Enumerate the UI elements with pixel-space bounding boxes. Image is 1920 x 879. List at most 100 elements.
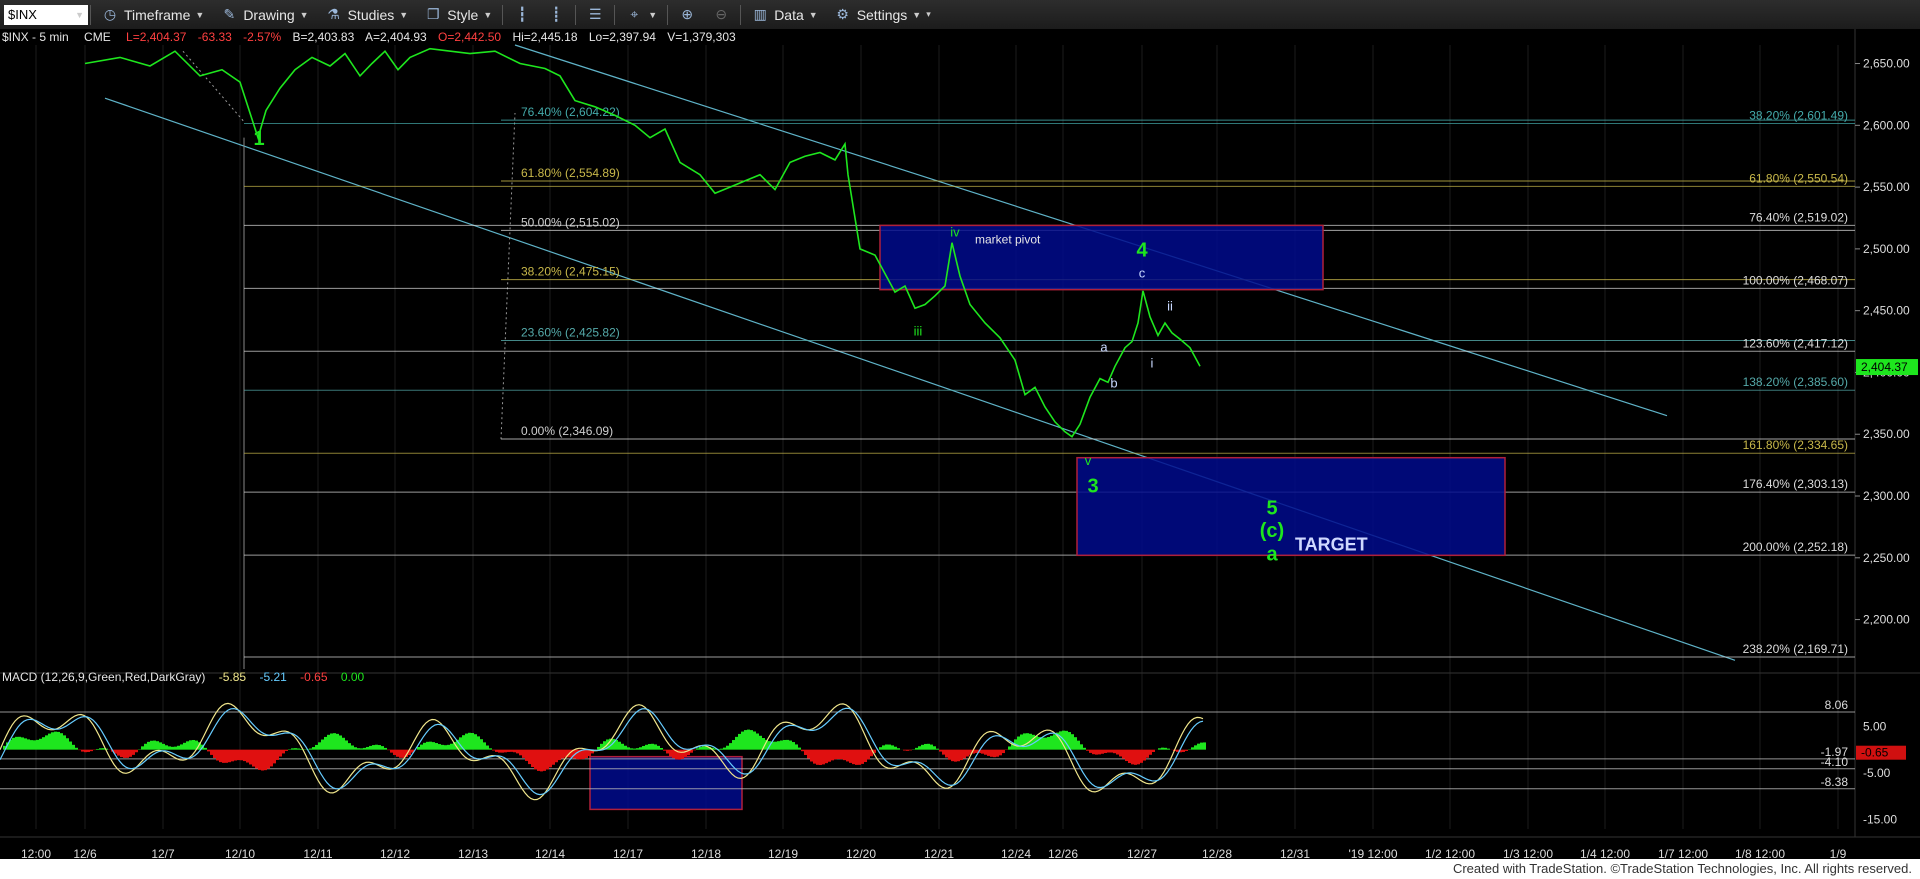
macd-histogram-bar — [828, 749, 831, 762]
macd-histogram-bar — [702, 746, 705, 750]
macd-histogram-bar — [51, 732, 54, 750]
macd-histogram-bar — [1086, 749, 1089, 751]
macd-histogram-bar — [831, 749, 834, 761]
layout-icon: ☰ — [588, 6, 602, 22]
macd-histogram-bar — [696, 748, 699, 750]
chevron-down-icon[interactable]: ▼ — [75, 10, 84, 20]
zoom-in-button[interactable]: ⊕ — [670, 0, 704, 29]
wave-label: c — [1139, 265, 1146, 280]
drawing-button[interactable]: ✎ Drawing ▼ — [212, 0, 316, 29]
macd-histogram-bar — [795, 744, 798, 750]
time-tick-label: 1/9 — [1830, 847, 1847, 859]
macd-histogram-bar — [165, 745, 168, 750]
toolbar-divider — [575, 4, 577, 25]
price-chart[interactable]: 76.40% (2,604.22)61.80% (2,554.89)50.00%… — [0, 29, 1920, 859]
macd-highlight-box — [589, 755, 743, 811]
macd-tick-label: 5.00 — [1863, 719, 1887, 733]
macd-histogram-bar — [990, 749, 993, 757]
macd-histogram-bar — [642, 745, 645, 750]
macd-histogram-bar — [987, 749, 990, 756]
price-tick-label: 2,650.00 — [1863, 57, 1910, 71]
last-price-label: 2,404.37 — [1861, 360, 1908, 374]
zoom-out-button[interactable]: ⊖ — [704, 0, 738, 29]
macd-histogram-bar — [693, 749, 696, 751]
macd-histogram-bar — [597, 746, 600, 750]
macd-histogram-bar — [1035, 736, 1038, 750]
macd-histogram-bar — [1122, 749, 1125, 759]
chart-background — [0, 29, 1920, 859]
macd-histogram-bar — [1017, 736, 1020, 750]
macd-histogram-bar — [936, 748, 939, 750]
status-symbol: $INX - 5 min — [2, 30, 69, 44]
macd-histogram-bar — [777, 741, 780, 750]
macd-histogram-bar — [906, 749, 909, 751]
gear-icon: ⚙ — [836, 6, 849, 22]
settings-button[interactable]: ⚙ Settings ▼ ▾ — [826, 0, 939, 29]
macd-histogram-bar — [849, 749, 852, 763]
ohlc-style-button[interactable]: ┋ — [539, 0, 573, 29]
macd-histogram-bar — [981, 749, 984, 754]
toolbar: $INX ▼ ◷ Timeframe ▼ ✎ Drawing ▼ ⚗ Studi… — [0, 0, 1920, 30]
macd-histogram-bar — [621, 743, 624, 750]
macd-histogram-bar — [48, 733, 51, 750]
style-icon: ❐ — [426, 6, 440, 22]
macd-histogram-bar — [951, 749, 954, 762]
fib-right-label: 138.20% (2,385.60) — [1743, 375, 1848, 389]
macd-histogram-bar — [330, 733, 333, 750]
toolbar-divider — [502, 4, 504, 25]
macd-histogram-bar — [654, 744, 657, 750]
time-tick-label: 12/24 — [1001, 847, 1031, 859]
macd-histogram-bar — [333, 733, 336, 750]
style-button[interactable]: ❐ Style ▼ — [416, 0, 500, 29]
footer-credit: Created with TradeStation. ©TradeStation… — [0, 859, 1920, 879]
fib-left-label: 23.60% (2,425.82) — [521, 326, 620, 340]
data-button[interactable]: ▥ Data ▼ — [743, 0, 826, 29]
macd-histogram-bar — [87, 749, 90, 752]
macd-histogram-bar — [918, 746, 921, 750]
macd-histogram-bar — [1125, 749, 1128, 762]
macd-histogram-bar — [399, 749, 402, 758]
layout-button[interactable]: ☰ — [578, 0, 612, 29]
macd-histogram-bar — [120, 749, 123, 758]
chevron-down-icon: ▾ — [926, 9, 931, 19]
wave-label: 3 — [1087, 475, 1098, 497]
wave-label: b — [1110, 375, 1117, 390]
fib-right-label: 161.80% (2,334.65) — [1743, 438, 1848, 452]
macd-histogram-bar — [225, 749, 228, 763]
macd-histogram-bar — [429, 741, 432, 750]
macd-tick-label: -5.00 — [1863, 766, 1891, 780]
macd-histogram-bar — [744, 730, 747, 750]
macd-histogram-bar — [273, 749, 276, 764]
macd-histogram-bar — [759, 735, 762, 750]
fib-right-label: 176.40% (2,303.13) — [1743, 477, 1848, 491]
macd-histogram-bar — [810, 749, 813, 762]
status-last: L=2,404.37 — [126, 30, 187, 44]
symbol-input[interactable]: $INX ▼ — [4, 4, 88, 25]
macd-histogram-bar — [999, 749, 1002, 756]
time-tick-label: 1/7 12:00 — [1658, 847, 1708, 859]
macd-histogram-bar — [102, 748, 105, 750]
status-ask: A=2,404.93 — [365, 30, 427, 44]
macd-histogram-bar — [477, 736, 480, 750]
macd-histogram-bar — [942, 749, 945, 755]
bar-chart-style-button[interactable]: ┇ — [505, 0, 539, 29]
timeframe-button[interactable]: ◷ Timeframe ▼ — [93, 0, 212, 29]
macd-histogram-bar — [438, 744, 441, 750]
wave-label: a — [1100, 339, 1108, 354]
macd-histogram-bar — [801, 749, 804, 752]
studies-button[interactable]: ⚗ Studies ▼ — [317, 0, 417, 29]
macd-histogram-bar — [639, 747, 642, 750]
macd-histogram-bar — [813, 749, 816, 764]
wave-label: 1 — [253, 128, 264, 150]
macd-histogram-bar — [1116, 749, 1119, 755]
macd-histogram-bar — [1020, 734, 1023, 750]
macd-histogram-bar — [660, 748, 663, 750]
macd-histogram-bar — [699, 746, 702, 750]
time-tick-label: 12/17 — [613, 847, 643, 859]
macd-histogram-bar — [255, 749, 258, 769]
cursor-button[interactable]: ⌖ ▼ — [617, 0, 665, 29]
status-bid: B=2,403.83 — [293, 30, 355, 44]
status-change-pct: -2.57% — [243, 30, 281, 44]
macd-histogram-bar — [894, 746, 897, 750]
macd-histogram-bar — [246, 749, 249, 763]
